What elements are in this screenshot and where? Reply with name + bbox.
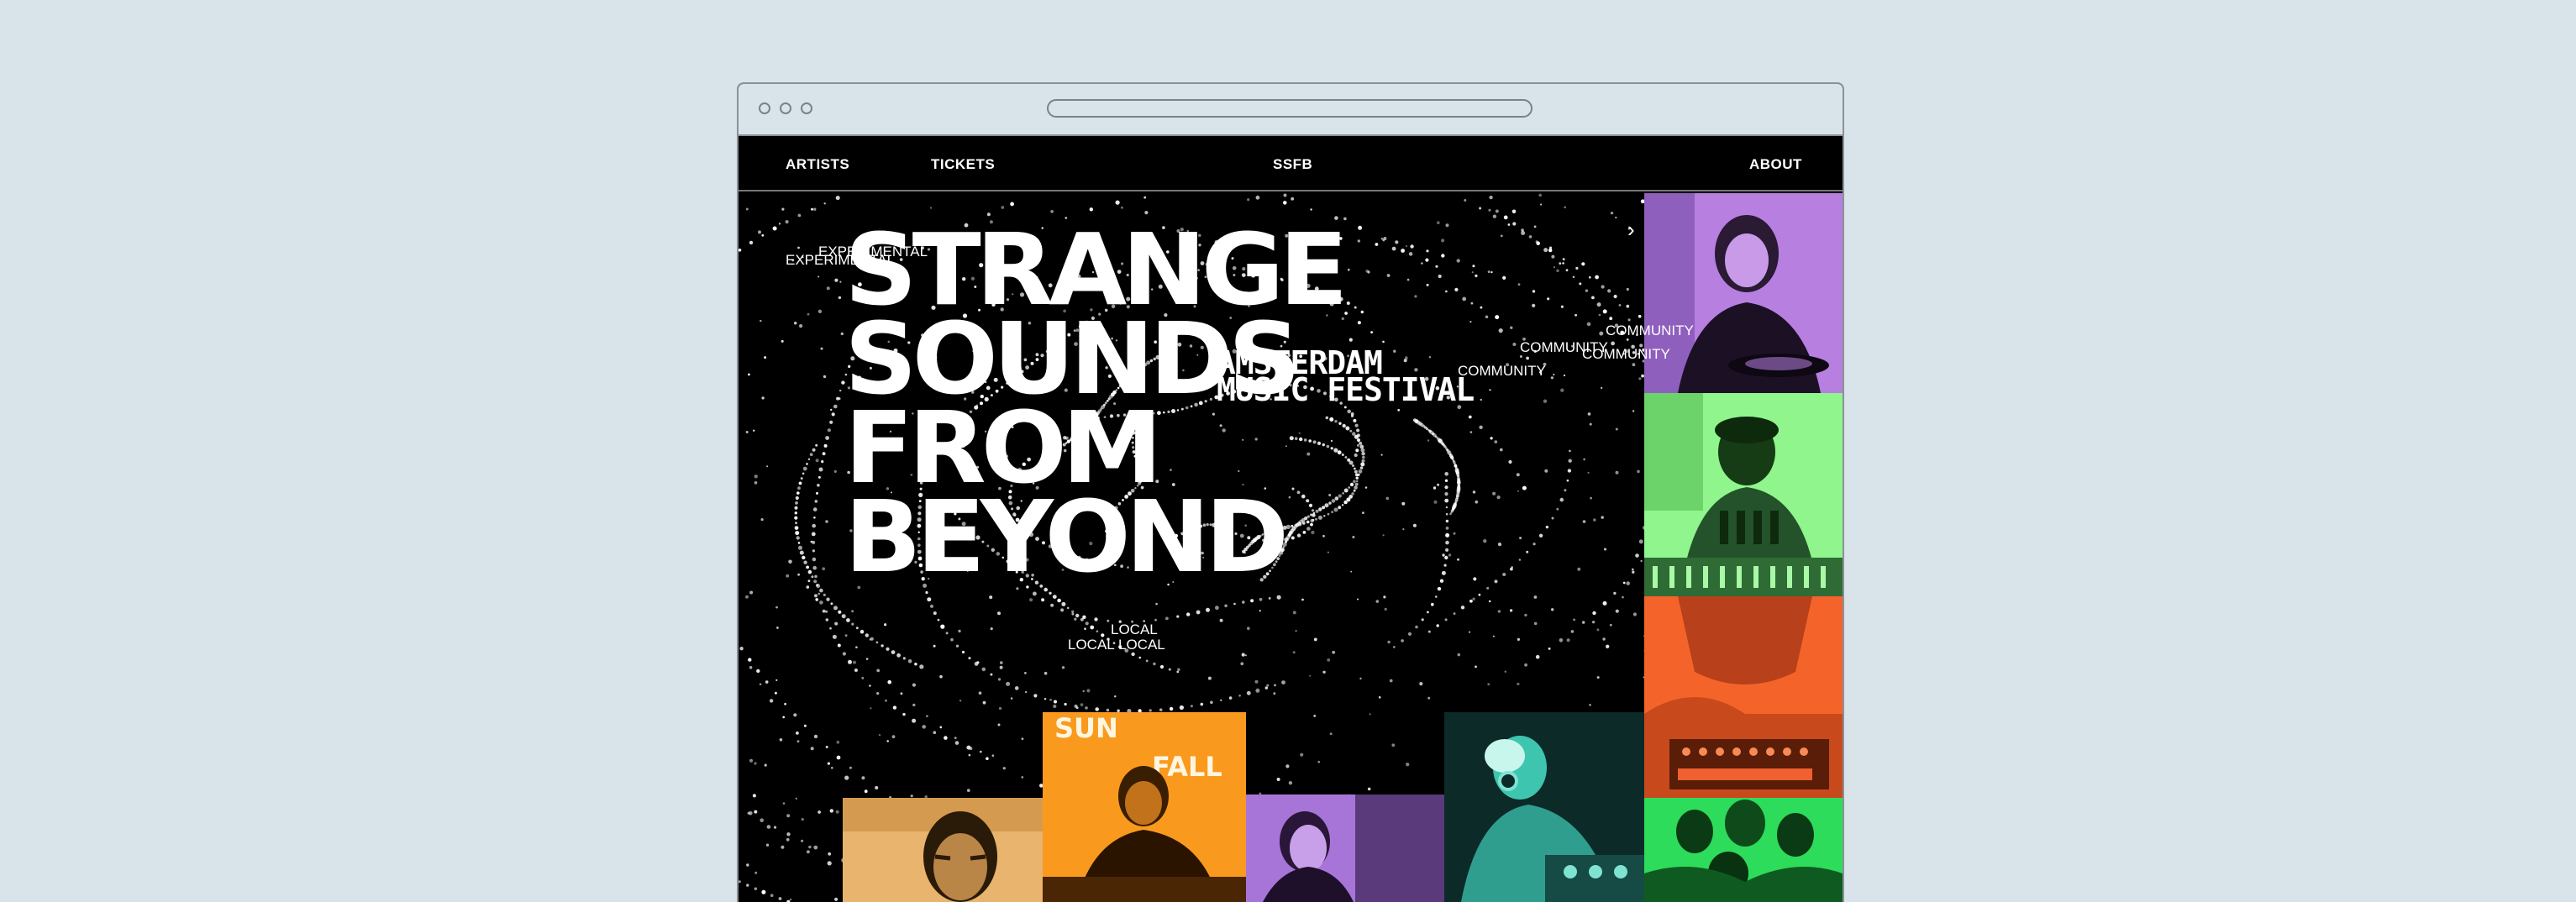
sunfall-sign-text: SUN: [1054, 712, 1118, 744]
tag-local: LOCAL: [1068, 637, 1115, 653]
nav-link-artists[interactable]: ARTISTS: [786, 156, 849, 173]
tag-community: COMMUNITY: [1606, 323, 1694, 338]
artist-photo-synth-orange[interactable]: [1644, 596, 1843, 798]
tag-experimental: EXPERIMENTAL: [786, 252, 896, 268]
hero-title-line: BEYOND: [844, 479, 1289, 595]
hero-subtitle: AMSTERDAM MUSIC FESTIVAL: [1217, 347, 1475, 408]
window-close-dot[interactable]: [759, 102, 770, 114]
chevron-right-icon[interactable]: ›: [1627, 217, 1635, 243]
tag-community: COMMUNITY: [1582, 346, 1670, 362]
artist-photo-mixer-green[interactable]: [1644, 393, 1843, 596]
tag-local: LOCAL: [1111, 621, 1158, 637]
artist-photo-group-green[interactable]: [1644, 798, 1843, 902]
window-maximize-dot[interactable]: [801, 102, 812, 114]
browser-chrome: [739, 84, 1843, 136]
artist-photo-sunfall-orange[interactable]: SUN FALL: [1043, 712, 1246, 902]
subtitle-line: MUSIC FESTIVAL: [1217, 371, 1475, 408]
address-bar[interactable]: [1047, 99, 1532, 118]
nav-link-tickets[interactable]: TICKETS: [931, 156, 995, 173]
browser-window: ARTISTS TICKETS SSFB ABOUT STRANGE SOUND…: [737, 82, 1844, 902]
site-navigation: ARTISTS TICKETS SSFB ABOUT: [739, 136, 1843, 191]
nav-link-about[interactable]: ABOUT: [1749, 156, 1802, 173]
tag-community: COMMUNITY: [1458, 363, 1546, 379]
tag-local: LOCAL: [1118, 637, 1165, 653]
artist-photo-dj-purple[interactable]: [1644, 193, 1843, 393]
artist-photo-portrait-yellow[interactable]: [843, 798, 1043, 902]
window-minimize-dot[interactable]: [780, 102, 791, 114]
nav-brand-logo[interactable]: SSFB: [1273, 156, 1312, 173]
artist-photo-dj-teal[interactable]: [1444, 712, 1644, 902]
artist-photo-woman-purple[interactable]: [1246, 794, 1444, 902]
